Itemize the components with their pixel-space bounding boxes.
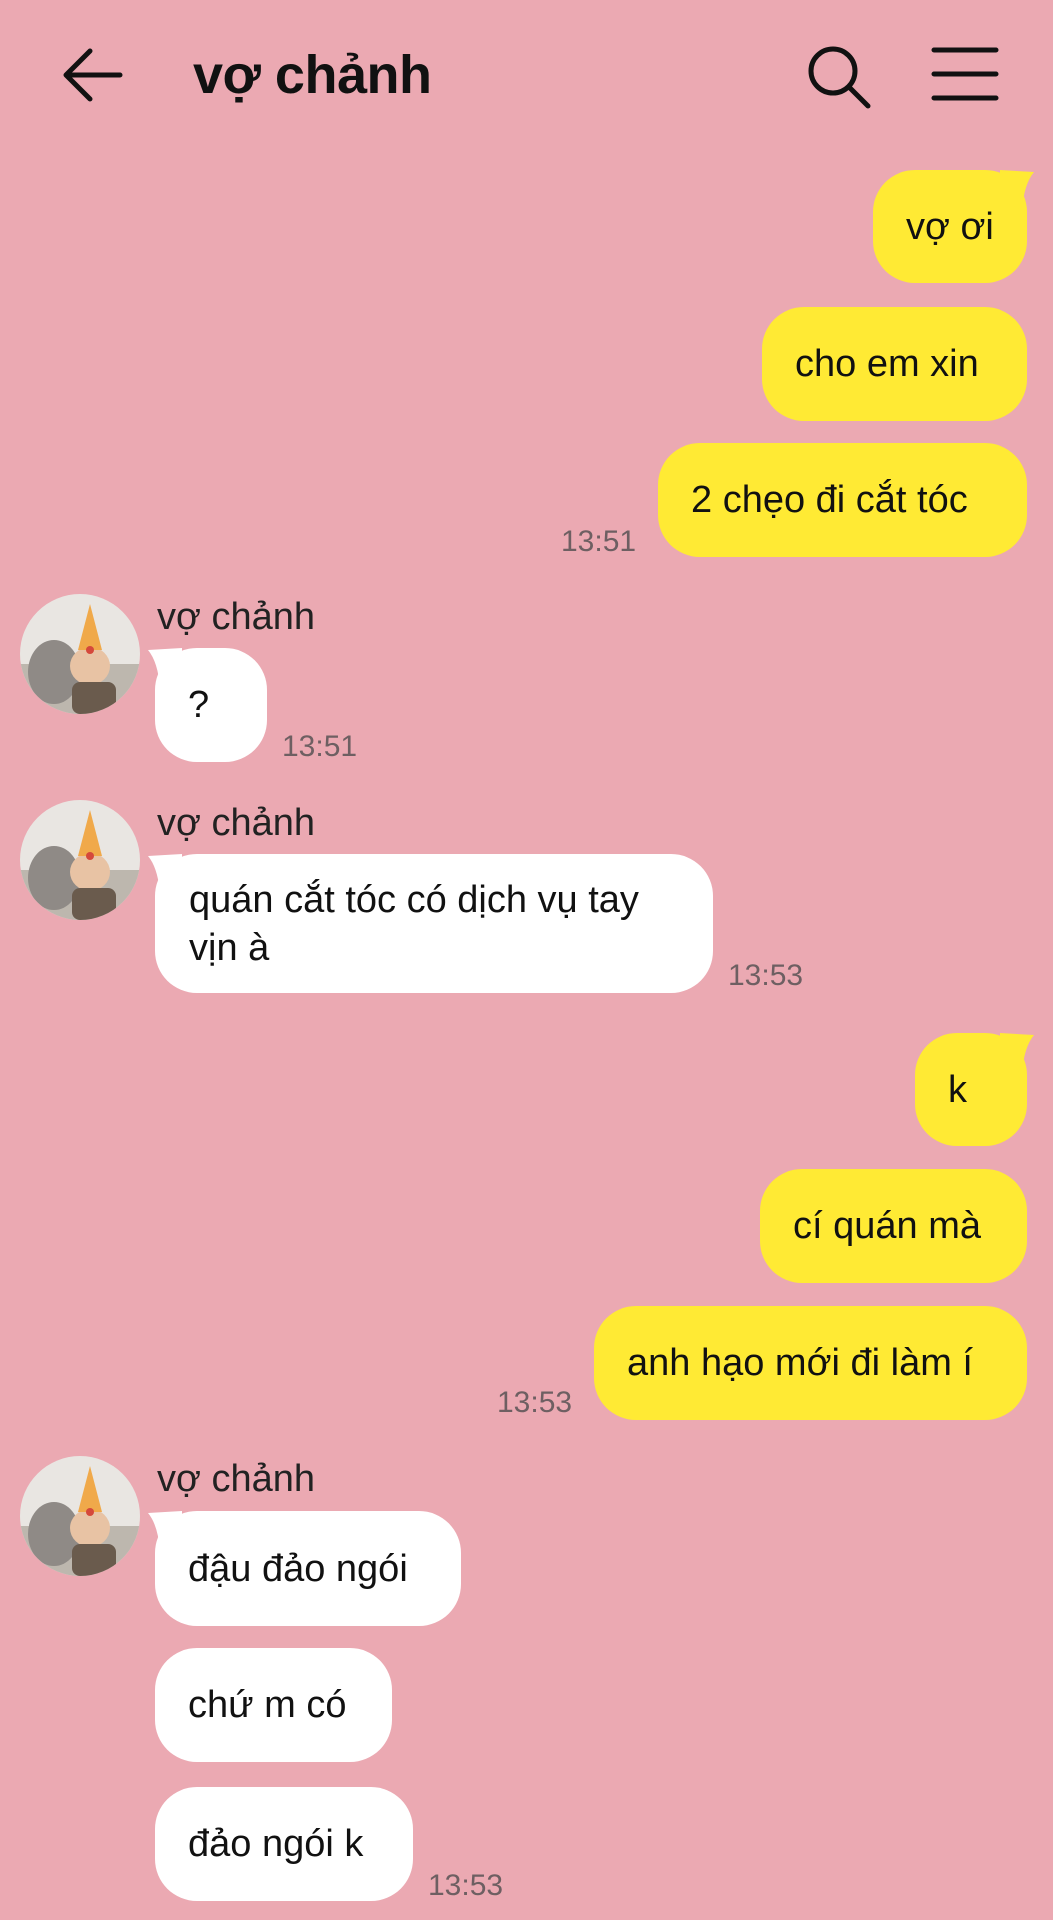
message-timestamp: 13:51 [561,525,637,558]
chat-title: vợ chảnh [193,45,432,105]
message-text: đậu đảo ngói [188,1547,408,1590]
search-button[interactable] [806,44,872,110]
message-text: cí quán mà [793,1205,981,1247]
incoming-message-bubble[interactable]: chứ m có [155,1648,392,1762]
contact-avatar[interactable] [20,594,140,714]
contact-avatar[interactable] [20,1456,140,1576]
message-timestamp: 13:53 [428,1869,504,1902]
message-text: ? [188,684,210,726]
bubble-tail [1000,170,1034,210]
search-icon [808,46,871,109]
sender-name: vợ chảnh [157,596,316,638]
sender-name: vợ chảnh [157,1458,316,1500]
hamburger-menu-icon [931,47,999,101]
contact-avatar[interactable] [20,800,140,920]
message-timestamp: 13:51 [282,730,358,763]
outgoing-message-bubble[interactable]: anh hạo mới đi làm í [594,1306,1027,1420]
message-text: 2 chẹo đi cắt tóc [691,479,968,521]
message-timestamp: 13:53 [497,1386,573,1419]
message-text: anh hạo mới đi làm í [627,1342,973,1384]
incoming-message-bubble[interactable]: ? [155,648,267,762]
avatar-photo [20,800,140,920]
incoming-message-bubble[interactable]: đảo ngói k [155,1787,413,1901]
outgoing-message-bubble[interactable]: 2 chẹo đi cắt tóc [658,443,1027,557]
message-text: k [948,1068,967,1111]
menu-button[interactable] [931,46,999,102]
arrow-left-icon [63,48,123,102]
outgoing-message-bubble[interactable]: cí quán mà [760,1169,1027,1283]
outgoing-message-bubble[interactable]: cho em xin [762,307,1027,421]
message-text: vợ ơi [906,205,994,248]
incoming-message-bubble[interactable]: đậu đảo ngói [155,1511,461,1626]
message-text: cho em xin [795,343,979,385]
back-button[interactable] [60,45,126,105]
message-text: đảo ngói k [188,1823,364,1865]
bubble-tail [1000,1033,1034,1073]
sender-name: vợ chảnh [157,802,316,844]
avatar-photo [20,594,140,714]
avatar-photo [20,1456,140,1576]
message-text: chứ m có [188,1684,347,1726]
incoming-message-bubble[interactable]: quán cắt tóc có dịch vụ tay vịn à [155,854,713,993]
message-timestamp: 13:53 [728,959,804,992]
chat-header: vợ chảnh [0,0,1053,150]
message-text: quán cắt tóc có dịch vụ tay vịn à [189,878,639,969]
